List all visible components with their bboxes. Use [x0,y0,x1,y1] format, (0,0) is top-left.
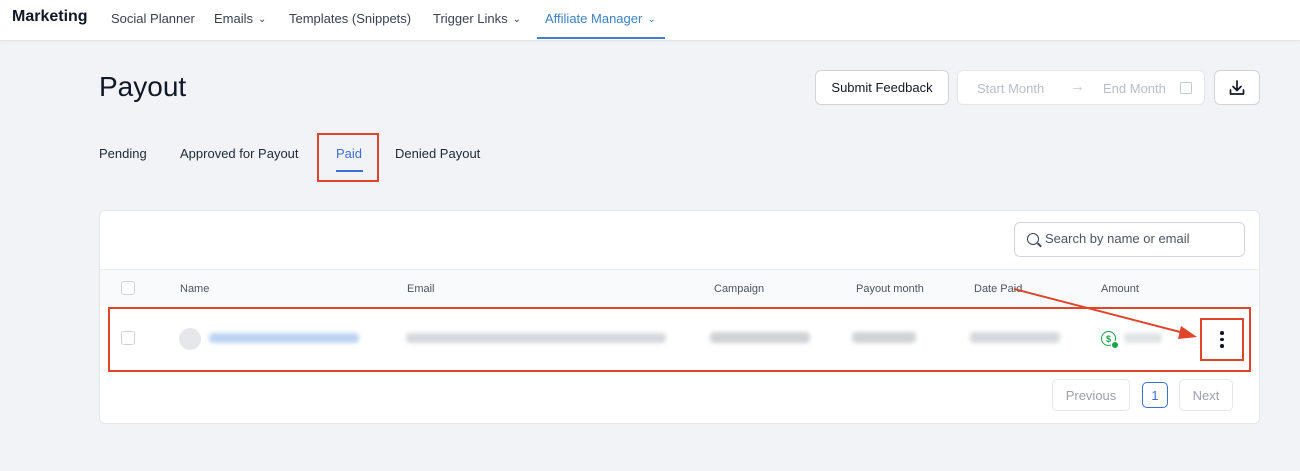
brand-title: Marketing [12,8,88,25]
search-icon [1027,233,1039,245]
nav-social-planner[interactable]: Social Planner [111,11,195,26]
search-field[interactable] [1014,222,1245,257]
table-header [100,269,1259,307]
nav-templates[interactable]: Templates (Snippets) [289,11,411,26]
chevron-down-icon: ⌄ [512,14,522,25]
nav-label: Social Planner [111,11,195,26]
select-all-checkbox[interactable] [121,281,135,295]
nav-label: Affiliate Manager [545,11,643,26]
column-date-paid: Date Paid [974,283,1023,295]
nav-label: Trigger Links [433,11,508,26]
active-nav-indicator [537,37,665,39]
nav-label: Emails [214,11,254,26]
arrow-right-icon: → [1070,78,1085,95]
page-title: Payout [99,71,187,102]
column-email: Email [407,283,435,295]
calendar-icon [1180,82,1192,94]
page-1-button[interactable]: 1 [1142,382,1168,408]
chevron-down-icon: ⌄ [258,14,267,25]
month-range-picker[interactable]: Start Month → End Month [957,70,1205,105]
tab-highlight-box [317,133,379,182]
end-month-input[interactable]: End Month [1103,81,1166,96]
nav-trigger-links[interactable]: Trigger Links ⌄ [433,11,521,26]
column-payout-month: Payout month [856,283,924,295]
start-month-input[interactable]: Start Month [977,81,1044,96]
nav-label: Templates (Snippets) [289,11,412,26]
nav-emails[interactable]: Emails ⌄ [214,11,266,26]
tab-pending[interactable]: Pending [99,146,147,161]
column-amount: Amount [1101,283,1139,295]
column-name: Name [180,283,210,295]
submit-feedback-button[interactable]: Submit Feedback [815,70,949,105]
download-icon [1229,79,1245,95]
download-button[interactable] [1214,70,1260,105]
next-page-button[interactable]: Next [1179,379,1233,411]
search-input[interactable] [1045,231,1235,246]
top-navigation: Marketing Social Planner Emails ⌄ Templat… [0,0,1300,41]
chevron-down-icon: ⌄ [647,14,656,25]
tab-approved-for-payout[interactable]: Approved for Payout [180,146,299,161]
column-campaign: Campaign [714,283,765,295]
nav-affiliate-manager[interactable]: Affiliate Manager ⌄ [545,11,656,26]
tab-denied-payout[interactable]: Denied Payout [395,146,480,161]
previous-page-button[interactable]: Previous [1052,379,1130,411]
row-highlight-box [108,307,1251,372]
